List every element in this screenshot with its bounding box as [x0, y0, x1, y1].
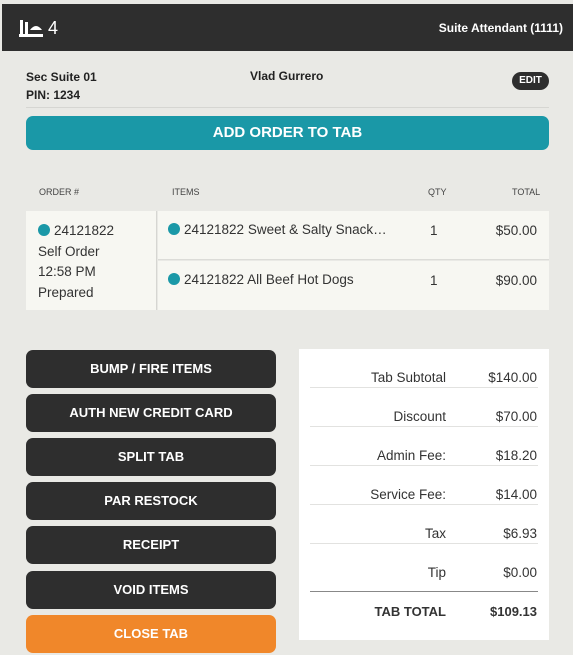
item-name-text: 24121822 Sweet & Salty Snack Tray [184, 222, 390, 237]
split-tab-button[interactable]: SPLIT TAB [26, 438, 276, 476]
column-header-qty: QTY [428, 187, 447, 197]
order-status: Prepared [38, 284, 94, 300]
summary-row-tax: Tax $6.93 [310, 505, 538, 544]
tab-total-label: TAB TOTAL [374, 604, 447, 619]
column-header-order: ORDER # [39, 187, 80, 197]
item-total: $50.00 [495, 223, 537, 238]
column-header-items: ITEMS [172, 187, 200, 197]
order-status-dot [38, 224, 50, 236]
summary-label: Tax [424, 526, 446, 541]
item-total: $90.00 [495, 273, 537, 288]
order-number: 24121822 [54, 223, 115, 238]
bump-fire-items-button[interactable]: BUMP / FIRE ITEMS [26, 350, 276, 388]
summary-value: $6.93 [503, 526, 537, 541]
item-status-dot [168, 223, 180, 235]
top-bar: 4 Suite Attendant (1111) [2, 4, 573, 51]
food-tray-icon[interactable] [18, 18, 44, 40]
close-tab-button[interactable]: CLOSE TAB [26, 615, 276, 653]
suite-name: Sec Suite 01 [26, 70, 97, 84]
item-status-dot [168, 273, 180, 285]
auth-new-credit-card-button[interactable]: AUTH NEW CREDIT CARD [26, 394, 276, 432]
tab-summary: Tab Subtotal $140.00 Discount $70.00 Adm… [299, 349, 549, 640]
tab-total-value: $109.13 [490, 604, 537, 619]
item-qty: 1 [430, 223, 438, 238]
summary-value: $140.00 [488, 370, 537, 385]
edit-button[interactable]: EDIT [512, 72, 549, 90]
divider [26, 107, 549, 108]
summary-label: Service Fee: [370, 487, 446, 502]
item-name-text: 24121822 All Beef Hot Dogs [184, 272, 354, 287]
par-restock-button[interactable]: PAR RESTOCK [26, 482, 276, 520]
tab-total-row: TAB TOTAL $109.13 [310, 591, 538, 630]
tab-count: 4 [48, 18, 59, 38]
order-time: 12:58 PM [38, 264, 96, 279]
item-qty: 1 [430, 273, 438, 288]
add-order-to-tab-button[interactable]: ADD ORDER TO TAB [26, 116, 549, 150]
summary-row-discount: Discount $70.00 [310, 388, 538, 427]
item-name: 24121822 Sweet & Salty Snack Tray [168, 222, 390, 237]
suite-pin: PIN: 1234 [26, 88, 81, 102]
summary-value: $14.00 [495, 487, 537, 502]
column-header-total: TOTAL [512, 187, 541, 197]
void-items-button[interactable]: VOID ITEMS [26, 571, 276, 609]
guest-name: Vlad Gurrero [250, 69, 324, 83]
summary-label: Tip [427, 565, 446, 580]
summary-value: $70.00 [495, 409, 537, 424]
summary-row-tip: Tip $0.00 [310, 544, 538, 583]
order-cell[interactable]: 24121822 Self Order 12:58 PM Prepared [26, 211, 157, 310]
suite-info: Sec Suite 01 PIN: 1234 [26, 68, 97, 104]
item-row[interactable]: 24121822 All Beef Hot Dogs 1 $90.00 [158, 261, 549, 310]
summary-label: Discount [393, 409, 446, 424]
summary-label: Admin Fee: [376, 448, 446, 463]
summary-row-admin-fee: Admin Fee: $18.20 [310, 427, 538, 466]
order-type: Self Order [38, 243, 100, 259]
summary-row-service-fee: Service Fee: $14.00 [310, 466, 538, 505]
user-role[interactable]: Suite Attendant (1111) [439, 21, 563, 35]
item-row[interactable]: 24121822 Sweet & Salty Snack Tray 1 $50.… [158, 211, 549, 260]
summary-value: $0.00 [503, 565, 537, 580]
summary-value: $18.20 [495, 448, 537, 463]
item-name: 24121822 All Beef Hot Dogs [168, 272, 390, 287]
receipt-button[interactable]: RECEIPT [26, 526, 276, 564]
summary-row-subtotal: Tab Subtotal $140.00 [310, 349, 538, 388]
summary-label: Tab Subtotal [370, 370, 446, 385]
